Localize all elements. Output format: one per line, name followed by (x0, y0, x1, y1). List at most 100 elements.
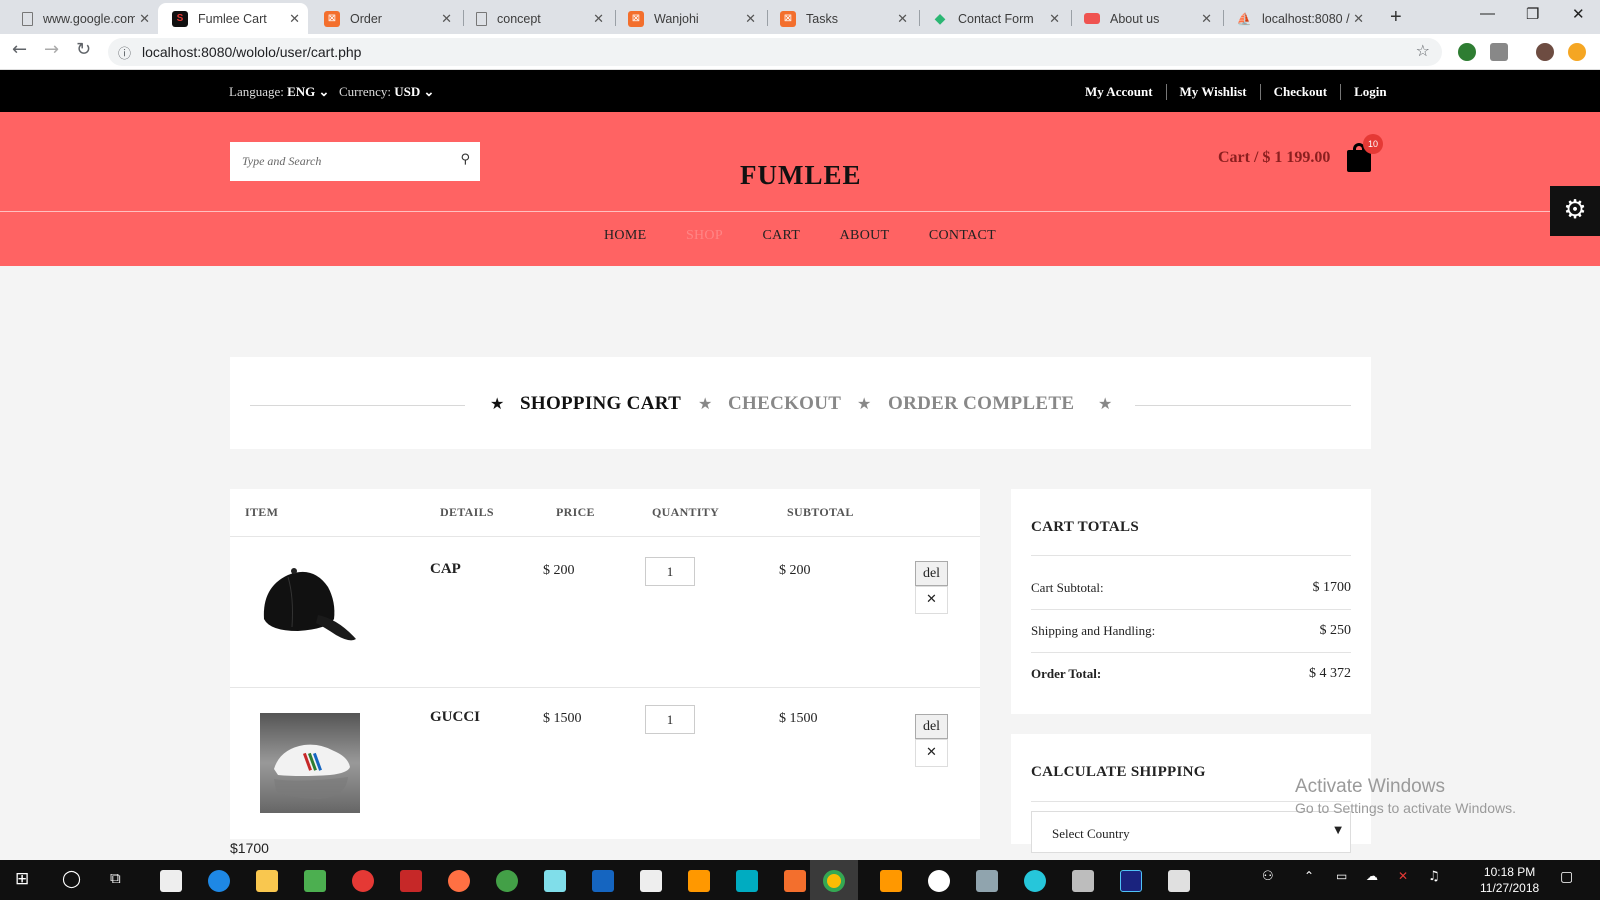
task-view-icon[interactable]: ⧉ (110, 869, 121, 887)
browser-tab[interactable]: ⛵ localhost:8080 / ✕ (1222, 3, 1372, 34)
currency-label: Currency: (339, 84, 391, 99)
windows-taskbar: ⊞ ◯ ⧉ ⚇ ⌃ ▭ ☁ ✕ ♫ 10:18 PM 11/27/2018 ▢ (0, 860, 1600, 900)
system-clock[interactable]: 10:18 PM 11/27/2018 (1480, 864, 1539, 896)
country-select[interactable]: Select Country ▼ (1031, 811, 1351, 853)
close-tab-icon[interactable]: ✕ (593, 11, 604, 27)
sublime-icon[interactable] (880, 870, 902, 892)
word-icon[interactable] (592, 870, 614, 892)
nav-contact[interactable]: CONTACT (929, 228, 996, 244)
profile-avatar[interactable] (1536, 43, 1554, 61)
back-arrow-icon[interactable]: ← (12, 39, 27, 60)
close-window-icon[interactable]: ✕ (1572, 5, 1585, 23)
info-icon[interactable]: ⓘ (118, 43, 131, 62)
volume-icon[interactable]: ♫ (1428, 869, 1440, 884)
vlc-icon[interactable] (688, 870, 710, 892)
extension-icon[interactable] (1490, 43, 1508, 61)
extension-icon[interactable] (1458, 43, 1476, 61)
browser-tab[interactable]: ⊠ Tasks ✕ (766, 3, 916, 34)
restore-icon[interactable]: ❐ (1526, 5, 1539, 23)
telkom-icon[interactable] (736, 870, 758, 892)
reload-icon[interactable]: ↻ (76, 39, 91, 60)
checkout-link[interactable]: Checkout (1261, 84, 1342, 100)
delete-button[interactable]: del (915, 714, 948, 739)
login-link[interactable]: Login (1341, 84, 1400, 100)
chevron-up-icon[interactable]: ⌃ (1304, 869, 1314, 883)
battery-icon[interactable]: ▭ (1336, 869, 1347, 883)
site-logo[interactable]: FUMLEE (740, 160, 862, 191)
settings-gear-icon[interactable]: ⚙ (1550, 186, 1600, 236)
firefox-icon[interactable] (448, 870, 470, 892)
product-image-sneaker[interactable] (260, 713, 360, 813)
browser-tab[interactable]: ◆ Contact Form ✕ (918, 3, 1068, 34)
order-total-label: Order Total: (1031, 666, 1102, 681)
nav-cart[interactable]: CART (762, 228, 800, 244)
app-icon[interactable] (928, 870, 950, 892)
close-tab-icon[interactable]: ✕ (1353, 11, 1364, 27)
search-input[interactable]: Type and Search ⚲ (230, 142, 480, 181)
close-tab-icon[interactable]: ✕ (897, 11, 908, 27)
notification-app-icon[interactable] (1072, 870, 1094, 892)
my-account-link[interactable]: My Account (1072, 84, 1167, 100)
windows-start-icon[interactable]: ⊞ (15, 869, 29, 889)
nav-about[interactable]: ABOUT (840, 228, 890, 244)
browser-tab[interactable]: www.google.com ✕ (8, 3, 158, 34)
people-icon[interactable]: ⚇ (1262, 869, 1274, 884)
product-name[interactable]: GUCCI (430, 709, 480, 726)
quantity-input[interactable]: 1 (645, 705, 695, 734)
nav-home[interactable]: HOME (604, 228, 646, 244)
remove-item-button[interactable]: ✕ (915, 586, 948, 614)
search-circle-icon[interactable]: ◯ (62, 869, 81, 889)
close-tab-icon[interactable]: ✕ (1201, 11, 1212, 27)
address-bar[interactable]: ⓘ localhost:8080/wololo/user/cart.php ☆ (108, 38, 1442, 66)
browser-tab[interactable]: ⊠ Wanjohi ✕ (614, 3, 764, 34)
new-tab-button[interactable]: + (1390, 6, 1402, 29)
browser-tab[interactable]: concept ✕ (462, 3, 612, 34)
my-wishlist-link[interactable]: My Wishlist (1167, 84, 1261, 100)
update-alert-icon[interactable] (1568, 43, 1586, 61)
cart-total-link[interactable]: Cart / $ 1 199.00 (1218, 149, 1330, 167)
acrobat-icon[interactable] (400, 870, 422, 892)
app-icon[interactable] (1024, 870, 1046, 892)
network-icon[interactable]: ✕ (1398, 869, 1408, 883)
product-name[interactable]: CAP (430, 561, 461, 578)
app-icon[interactable] (352, 870, 374, 892)
currency-selector[interactable]: Currency: USD ⌄ (339, 84, 434, 100)
divider (1031, 555, 1351, 556)
utorrent-icon[interactable] (496, 870, 518, 892)
product-image-cap[interactable] (258, 557, 358, 657)
photos-icon[interactable] (1168, 870, 1190, 892)
paint-icon[interactable] (976, 870, 998, 892)
quantity-input[interactable]: 1 (645, 557, 695, 586)
close-tab-icon[interactable]: ✕ (139, 11, 150, 27)
cart-totals-title: CART TOTALS (1031, 519, 1139, 535)
close-tab-icon[interactable]: ✕ (1049, 11, 1060, 27)
cards-icon[interactable] (640, 870, 662, 892)
file-explorer-icon[interactable] (256, 870, 278, 892)
notifications-icon[interactable]: ▢ (1560, 869, 1573, 885)
shopping-bag-icon[interactable]: 10 (1347, 134, 1383, 172)
language-selector[interactable]: Language: ENG ⌄ (229, 84, 329, 100)
close-tab-icon[interactable]: ✕ (289, 11, 300, 27)
search-icon[interactable]: ⚲ (460, 152, 470, 167)
remove-item-button[interactable]: ✕ (915, 739, 948, 767)
cloud-icon[interactable]: ☁ (1366, 869, 1378, 883)
chrome-icon[interactable] (823, 870, 845, 892)
minimize-icon[interactable]: — (1480, 5, 1495, 22)
browser-tab[interactable]: About us ✕ (1070, 3, 1220, 34)
photoshop-icon[interactable] (1120, 870, 1142, 892)
browser-tab-active[interactable]: S Fumlee Cart ✕ (158, 3, 308, 34)
dropdown-arrow-icon: ▼ (1334, 825, 1342, 836)
nav-shop[interactable]: SHOP (686, 228, 723, 244)
forward-arrow-icon[interactable]: → (44, 39, 59, 60)
bookmark-star-icon[interactable]: ☆ (1416, 41, 1430, 60)
header-divider (230, 536, 980, 537)
close-tab-icon[interactable]: ✕ (441, 11, 452, 27)
clapperboard-icon[interactable] (160, 870, 182, 892)
store-icon[interactable] (304, 870, 326, 892)
browser-tab[interactable]: ⊠ Order ✕ (310, 3, 460, 34)
delete-button[interactable]: del (915, 561, 948, 586)
app-icon[interactable] (544, 870, 566, 892)
close-tab-icon[interactable]: ✕ (745, 11, 756, 27)
xampp-icon[interactable] (784, 870, 806, 892)
edge-browser-icon[interactable] (208, 870, 230, 892)
